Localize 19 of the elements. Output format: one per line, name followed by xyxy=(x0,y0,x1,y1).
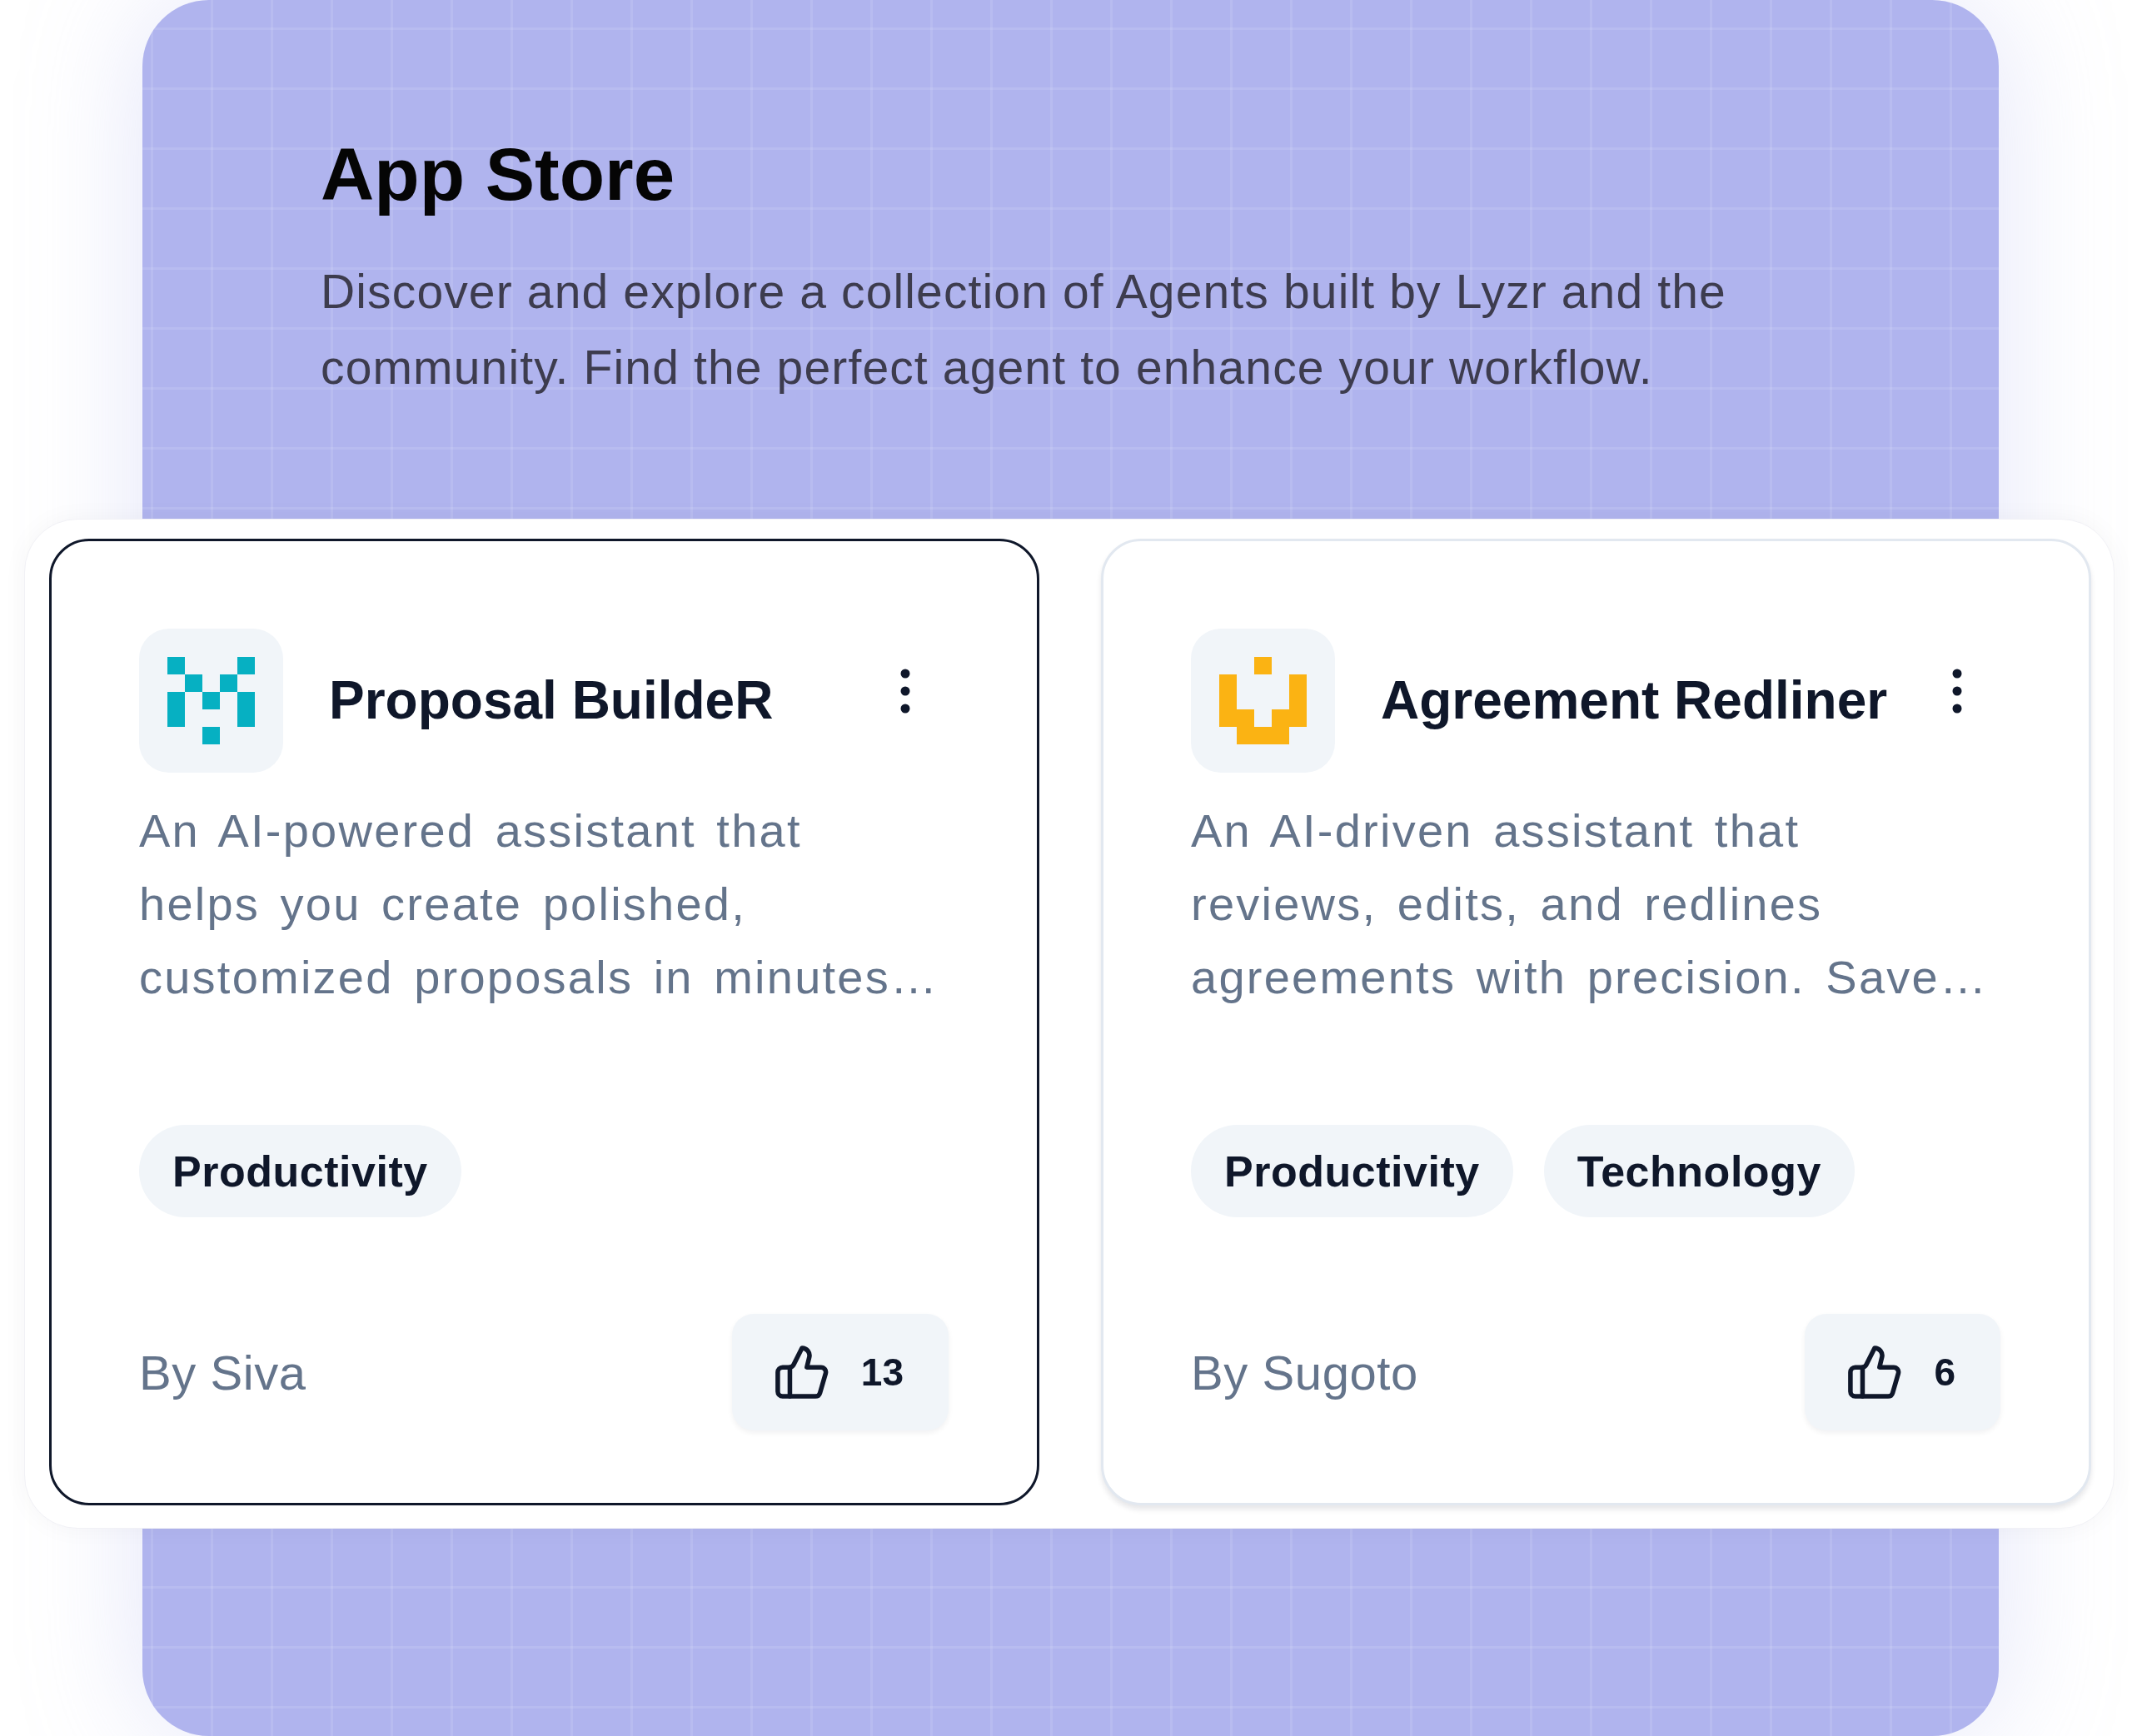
agent-title: Agreement Redliner xyxy=(1381,669,1889,733)
agent-card[interactable]: Agreement Redliner An AI-driven assistant that reviews, edits, and redlines agreements with precision. Save… Productivity Technology By Sugoto 6 xyxy=(1101,539,2091,1505)
more-options-icon[interactable] xyxy=(900,668,910,714)
agent-card[interactable]: Proposal BuildeR An AI-powered assistant that helps you create polished, customized proposals in minutes… Productivity By Siva 13 xyxy=(49,539,1039,1505)
more-options-icon[interactable] xyxy=(1952,668,1962,714)
category-tag: Productivity xyxy=(1191,1125,1513,1217)
agent-title: Proposal BuildeR xyxy=(329,669,775,733)
page-title: App Store xyxy=(321,132,675,216)
page-description: Discover and explore a collection of Agents built by Lyzr and the community. Find the perfect agent to enhance your workflow. xyxy=(321,264,1727,395)
category-tag: Technology xyxy=(1543,1125,1855,1217)
category-tag: Productivity xyxy=(139,1125,461,1217)
agent-description: An AI-driven assistant that reviews, edits, and redlines agreements with precision. Save… xyxy=(1191,803,1990,1005)
author-label: By Sugoto xyxy=(1191,1344,1418,1400)
like-button[interactable]: 6 xyxy=(1805,1314,2000,1430)
like-button[interactable]: 13 xyxy=(731,1314,949,1430)
thumbs-up-icon xyxy=(775,1346,829,1399)
thumbs-up-icon xyxy=(1848,1346,1902,1399)
author-label: By Siva xyxy=(139,1344,306,1400)
agent-description: An AI-powered assistant that helps you create polished, customized proposals in minutes… xyxy=(139,803,940,1005)
